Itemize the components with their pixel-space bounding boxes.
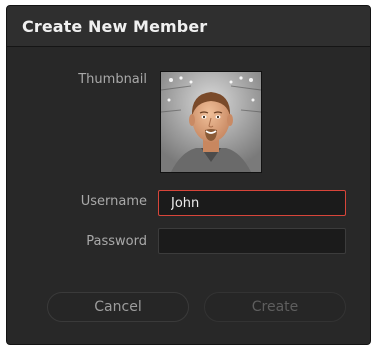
thumbnail-image[interactable] — [160, 71, 262, 173]
dialog-titlebar: Create New Member — [7, 6, 370, 47]
avatar-photo — [161, 72, 261, 172]
create-member-dialog: Create New Member Thumbnail Username Joh… — [6, 5, 371, 345]
thumbnail-label: Thumbnail — [78, 72, 147, 87]
cancel-button[interactable]: Cancel — [47, 292, 189, 322]
username-label: Username — [80, 194, 147, 209]
username-field[interactable] — [158, 190, 346, 216]
password-label: Password — [86, 234, 147, 249]
dialog-title: Create New Member — [22, 16, 208, 36]
password-field[interactable] — [158, 228, 346, 254]
create-button[interactable]: Create — [204, 292, 346, 322]
